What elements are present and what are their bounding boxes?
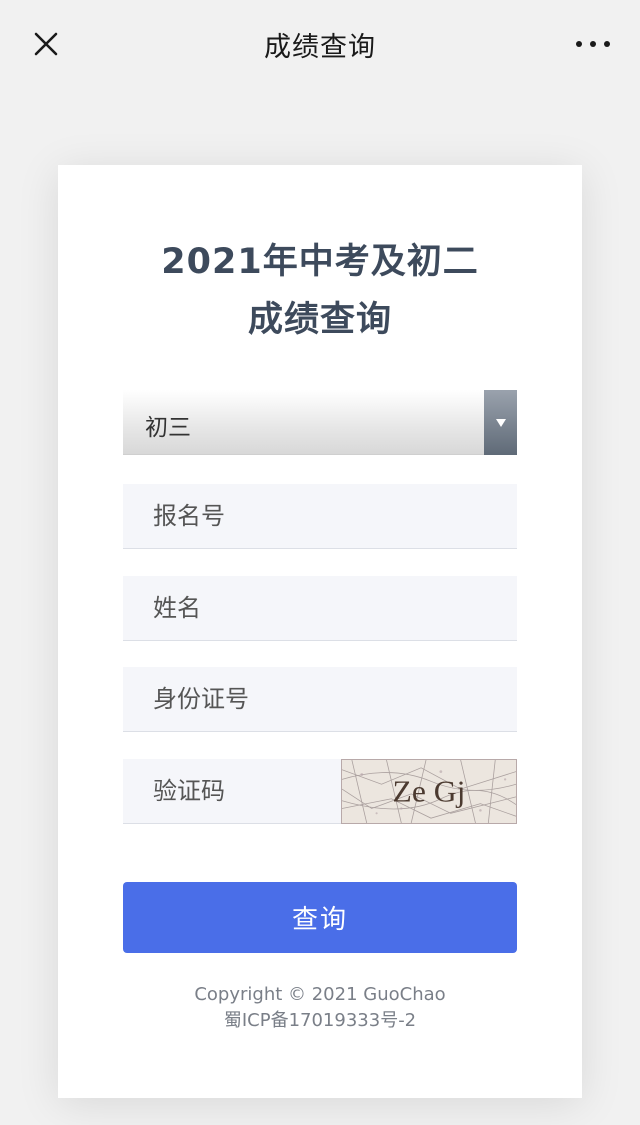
icp-record-text: 蜀ICP备17019333号-2: [223, 1010, 417, 1031]
more-icon-dot: [590, 41, 596, 47]
id-number-input[interactable]: [123, 667, 517, 732]
more-icon-dot: [604, 41, 610, 47]
grade-select-value: 初三: [145, 415, 191, 441]
captcha-image[interactable]: Ze Gj: [341, 759, 517, 824]
more-icon-dot: [576, 41, 582, 47]
query-card: 2021年中考及初二 成绩查询 初三 Ze Gj 查询 Copyright © …: [58, 165, 582, 1098]
more-options-button[interactable]: [576, 30, 610, 58]
grade-select[interactable]: 初三: [123, 390, 517, 455]
captcha-text: Ze Gj: [393, 774, 466, 809]
close-icon: [34, 32, 58, 56]
dropdown-arrow-icon: [484, 390, 517, 455]
name-input[interactable]: [123, 576, 517, 641]
top-nav-bar: 成绩查询: [0, 0, 640, 88]
page-title-line2: 成绩查询: [247, 300, 392, 340]
registration-number-input[interactable]: [123, 484, 517, 549]
copyright-text: Copyright © 2021 GuoChao: [194, 984, 446, 1005]
nav-title: 成绩查询: [264, 31, 376, 63]
close-button[interactable]: [30, 28, 62, 60]
page-title-line1: 2021年中考及初二: [161, 242, 479, 282]
footer: Copyright © 2021 GuoChao 蜀ICP备17019333号-…: [58, 982, 582, 1034]
page-title: 2021年中考及初二 成绩查询: [58, 233, 582, 349]
query-button[interactable]: 查询: [123, 882, 517, 953]
captcha-input[interactable]: [123, 759, 341, 824]
